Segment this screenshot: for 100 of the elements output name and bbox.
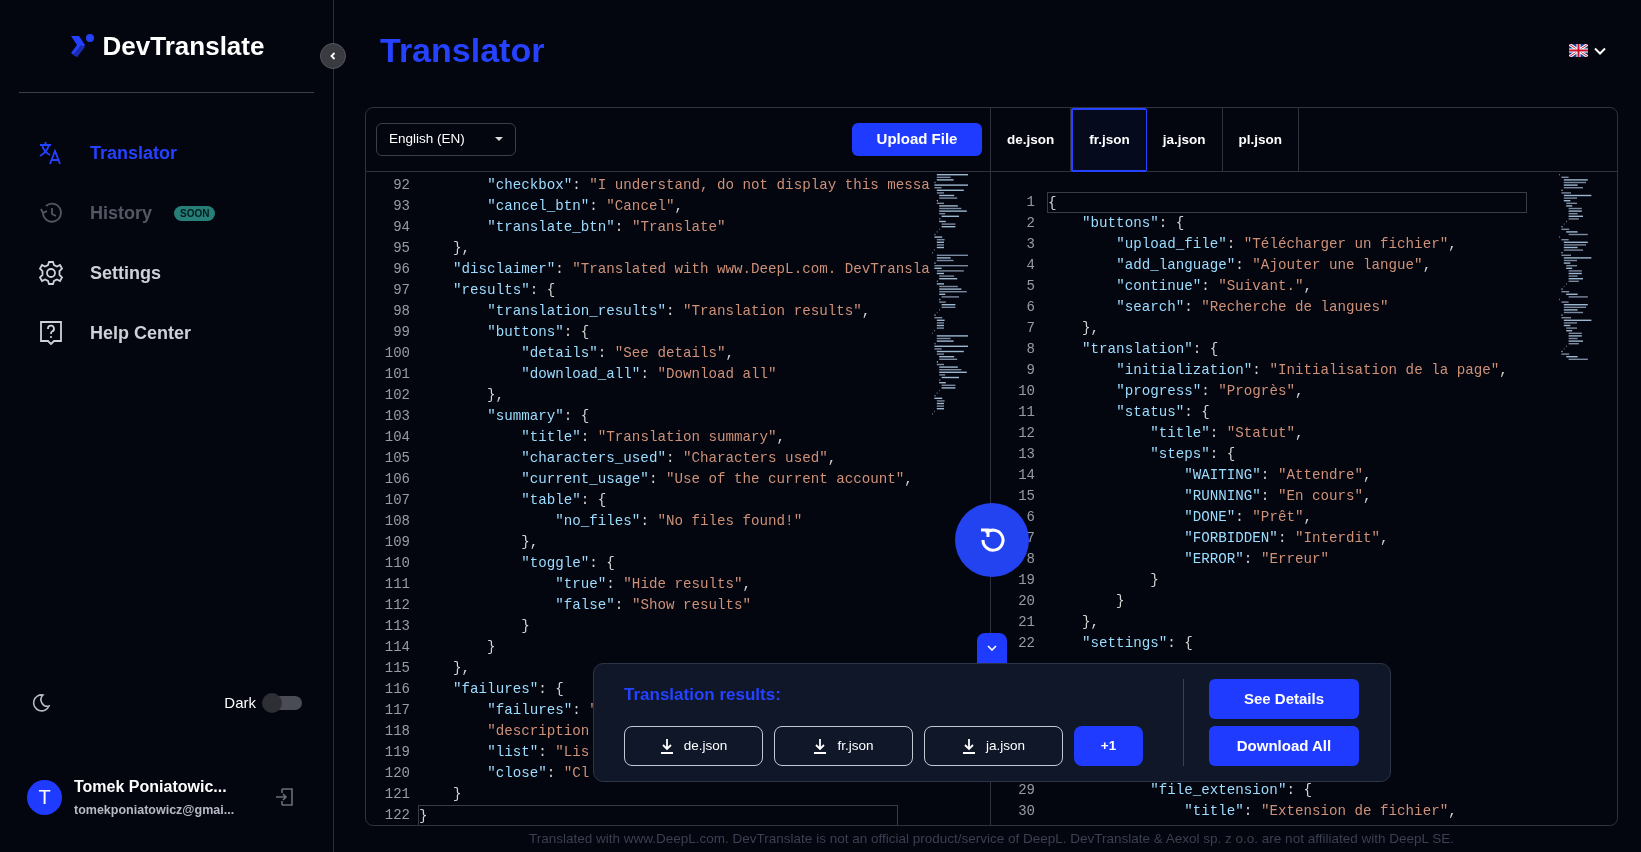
nav-item[interactable]: Help Center	[38, 315, 295, 351]
upload-file-button[interactable]: Upload File	[852, 123, 982, 156]
download-all-button[interactable]: Download All	[1209, 726, 1359, 766]
code-line: }	[452, 785, 462, 804]
code-line: "translate_btn": "Translate"	[486, 218, 726, 237]
download-icon	[659, 738, 674, 754]
file-tab[interactable]: ja.json	[1146, 108, 1223, 172]
more-files-button[interactable]: +1	[1074, 726, 1143, 766]
line-number: 96	[393, 260, 410, 279]
line-number: 9	[1026, 361, 1035, 380]
code-line: "table": {	[520, 491, 607, 510]
line-number: 22	[1018, 634, 1035, 653]
line-number: 8	[1026, 340, 1035, 359]
code-line: }	[1149, 571, 1159, 590]
line-number: 102	[384, 386, 410, 405]
file-download-button[interactable]: de.json	[624, 726, 763, 766]
code-line: "failures": {	[452, 680, 564, 699]
code-line: },	[452, 239, 471, 258]
code-line: "disclaimer": "Translated with www.DeepL.com. DevTransla	[452, 260, 930, 279]
code-line: "file_extension": {	[1149, 781, 1312, 800]
collapse-button[interactable]	[320, 43, 346, 69]
code-line: "progress": "Progrès",	[1115, 382, 1304, 401]
line-number: 8	[1026, 550, 1035, 569]
code-line: "no_files": "No files found!"	[554, 512, 803, 531]
line-number: 7	[1026, 319, 1035, 338]
file-download-button[interactable]: fr.json	[774, 726, 913, 766]
line-number: 10	[1018, 382, 1035, 401]
line-number: 106	[384, 470, 410, 489]
code-line: "add_language": "Ajouter une langue",	[1115, 256, 1432, 275]
line-number: 118	[384, 722, 410, 741]
nav-item[interactable]: Settings	[38, 255, 295, 291]
line-number: 5	[1026, 277, 1035, 296]
line-number: 2	[1026, 214, 1035, 233]
nav-label: Help Center	[90, 321, 192, 345]
language-select[interactable]: English (EN)	[376, 123, 516, 156]
code-line: "continue": "Suivant.",	[1115, 277, 1312, 296]
line-number: 120	[384, 764, 410, 783]
line-number: 21	[1018, 613, 1035, 632]
code-line: }	[520, 617, 530, 636]
code-line: "upload_file": "Télécharger un fichier",	[1115, 235, 1457, 254]
line-number: 112	[384, 596, 410, 615]
line-number: 97	[393, 281, 410, 300]
code-line: "buttons": {	[486, 323, 590, 342]
code-line: "buttons": {	[1081, 214, 1185, 233]
code-line: "false": "Show results"	[554, 596, 752, 615]
code-line: },	[520, 533, 539, 552]
line-number: 119	[384, 743, 410, 762]
expand-results-button[interactable]	[977, 633, 1007, 663]
code-line: "cancel_btn": "Cancel",	[486, 197, 683, 216]
line-number: 14	[1018, 466, 1035, 485]
user-name: Tomek Poniatowic...	[74, 776, 228, 797]
code-line: "title": "Statut",	[1149, 424, 1304, 443]
code-line: "ERROR": "Erreur"	[1183, 550, 1329, 569]
logo-icon	[68, 33, 95, 59]
nav-label: Translator	[90, 141, 178, 165]
user-email: tomekponiatowicz@gmai...	[74, 801, 236, 819]
chevron-down-icon[interactable]	[1594, 46, 1606, 55]
caret-down-icon	[495, 137, 503, 142]
line-number: 19	[1018, 571, 1035, 590]
logout-icon[interactable]	[274, 787, 294, 807]
nav-label: Settings	[90, 261, 161, 285]
line-number: 13	[1018, 445, 1035, 464]
line-number: 103	[384, 407, 410, 426]
see-details-button[interactable]: See Details	[1209, 679, 1359, 719]
code-line: "search": "Recherche de langues"	[1115, 298, 1389, 317]
file-tab[interactable]: pl.json	[1222, 108, 1300, 172]
line-number: 93	[393, 197, 410, 216]
line-number: 29	[1018, 781, 1035, 800]
file-tab[interactable]: fr.json	[1071, 108, 1147, 172]
line-number: 122	[384, 806, 410, 825]
line-number: 20	[1018, 592, 1035, 611]
code-line: "steps": {	[1149, 445, 1236, 464]
code-line: },	[1081, 319, 1100, 338]
line-number: 100	[384, 344, 410, 363]
line-number: 15	[1018, 487, 1035, 506]
moon-icon	[31, 693, 51, 713]
line-number: 108	[384, 512, 410, 531]
line-number: 113	[384, 617, 410, 636]
theme-label: Dark	[224, 692, 256, 713]
theme-toggle[interactable]	[264, 696, 302, 710]
code-line: "title": "Extension de fichier",	[1183, 802, 1457, 821]
code-line: "toggle": {	[520, 554, 615, 573]
code-line: "true": "Hide results",	[554, 575, 752, 594]
line-number: 98	[393, 302, 410, 321]
uk-flag-icon[interactable]	[1569, 44, 1588, 57]
page-title: Translator	[380, 30, 545, 71]
user-avatar: T	[27, 779, 62, 815]
translate-icon	[38, 140, 64, 166]
line-number: 1	[1026, 193, 1035, 212]
nav-label: History	[90, 201, 152, 225]
code-line: "DONE": "Prêt",	[1183, 508, 1312, 527]
file-download-button[interactable]: ja.json	[924, 726, 1063, 766]
line-number: 94	[393, 218, 410, 237]
code-line: },	[486, 386, 505, 405]
line-number: 92	[393, 176, 410, 195]
code-line: "current_usage": "Use of the current account",	[520, 470, 913, 489]
line-number: 4	[1026, 256, 1035, 275]
line-number: 6	[1026, 508, 1035, 527]
code-line: },	[452, 659, 471, 678]
code-line: "characters_used": "Characters used",	[520, 449, 837, 468]
